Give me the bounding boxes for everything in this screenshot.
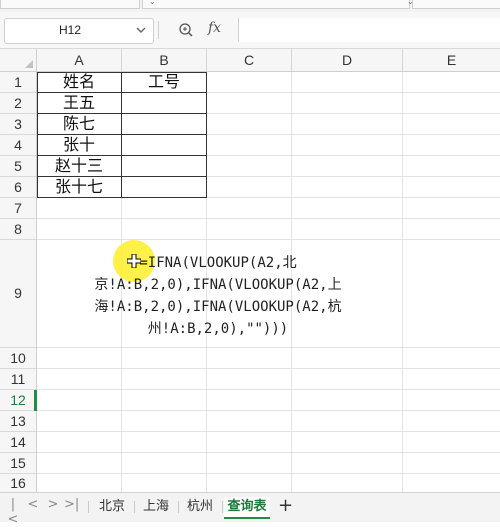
add-sheet-button[interactable]: + — [278, 495, 293, 516]
column-header-b[interactable]: B — [122, 49, 207, 71]
row-header-1[interactable]: 1 — [0, 72, 36, 93]
zoom-icon[interactable] — [178, 22, 194, 38]
tab-hangzhou[interactable]: 杭州 — [182, 497, 218, 517]
row-header-12[interactable]: 12 — [0, 390, 36, 411]
chevron-down-icon[interactable] — [135, 24, 147, 36]
row-header-bar: 1 2 3 4 5 6 7 8 9 10 11 12 13 14 15 16 — [0, 72, 37, 492]
column-header-e[interactable]: E — [403, 49, 500, 71]
toolbar-segment — [0, 0, 140, 9]
formula-line: 京!A:B,2,0),IFNA(VLOOKUP(A2,上 — [94, 277, 342, 293]
row-header-2[interactable]: 2 — [0, 93, 36, 114]
cell-a4[interactable]: 张十 — [37, 135, 121, 155]
select-all-corner[interactable] — [0, 49, 37, 72]
prev-sheet-button[interactable]: < — [26, 497, 40, 512]
tab-beijing[interactable]: 北京 — [94, 497, 130, 517]
row-header-9[interactable]: 9 — [0, 240, 36, 348]
last-sheet-button[interactable]: >| — [64, 497, 79, 512]
toolbar-segment: ⌄ — [142, 0, 410, 9]
row-header-7[interactable]: 7 — [0, 198, 36, 219]
column-header-a[interactable]: A — [37, 49, 122, 71]
row-header-14[interactable]: 14 — [0, 432, 36, 453]
tab-query[interactable]: 查询表 — [224, 497, 270, 519]
row-header-6[interactable]: 6 — [0, 177, 36, 198]
name-box[interactable]: H12 — [4, 18, 154, 44]
dropdown-mark-icon: ⌄ — [149, 0, 156, 6]
cell-cursor-icon — [127, 254, 141, 268]
formula-line: =IFNA(VLOOKUP(A2,北 — [139, 255, 297, 271]
row-header-16[interactable]: 16 — [0, 474, 36, 492]
cell-a5[interactable]: 赵十三 — [37, 156, 121, 176]
row-header-10[interactable]: 10 — [0, 348, 36, 369]
tab-shanghai[interactable]: 上海 — [138, 497, 174, 517]
cell-a1[interactable]: 姓名 — [37, 72, 121, 92]
formula-bar: H12 fx — [0, 12, 500, 49]
cell-a2[interactable]: 王五 — [37, 93, 121, 113]
row-header-5[interactable]: 5 — [0, 156, 36, 177]
row-header-3[interactable]: 3 — [0, 114, 36, 135]
row-header-11[interactable]: 11 — [0, 369, 36, 390]
column-header-d[interactable]: D — [292, 49, 403, 71]
row-header-15[interactable]: 15 — [0, 453, 36, 474]
row-header-4[interactable]: 4 — [0, 135, 36, 156]
first-sheet-button[interactable]: |< — [6, 497, 20, 527]
row-header-8[interactable]: 8 — [0, 219, 36, 240]
formula-line: 海!A:B,2,0),IFNA(VLOOKUP(A2,杭 — [94, 299, 342, 315]
divider — [158, 21, 159, 39]
dropdown-mark-icon: ⌄ — [407, 0, 414, 6]
name-box-value: H12 — [59, 23, 82, 37]
fx-icon[interactable]: fx — [208, 20, 221, 36]
toolbar-segment: ⌄ — [407, 0, 500, 9]
formula-line: 州!A:B,2,0),""))) — [147, 321, 289, 337]
next-sheet-button[interactable]: > — [46, 497, 60, 512]
column-header-bar: A B C D E — [37, 49, 500, 72]
cell-a3[interactable]: 陈七 — [37, 114, 121, 134]
cell-b1[interactable]: 工号 — [122, 72, 206, 92]
sheet-tab-bar: |< < > >| 北京 上海 杭州 查询表 + — [0, 492, 500, 527]
formula-cell-text: =IFNA(VLOOKUP(A2,北京!A:B,2,0),IFNA(VLOOKU… — [58, 252, 378, 340]
cell-a6[interactable]: 张十七 — [37, 177, 121, 197]
formula-input[interactable] — [238, 18, 500, 42]
column-header-c[interactable]: C — [207, 49, 292, 71]
corner-triangle-icon — [25, 60, 33, 68]
row-header-13[interactable]: 13 — [0, 411, 36, 432]
